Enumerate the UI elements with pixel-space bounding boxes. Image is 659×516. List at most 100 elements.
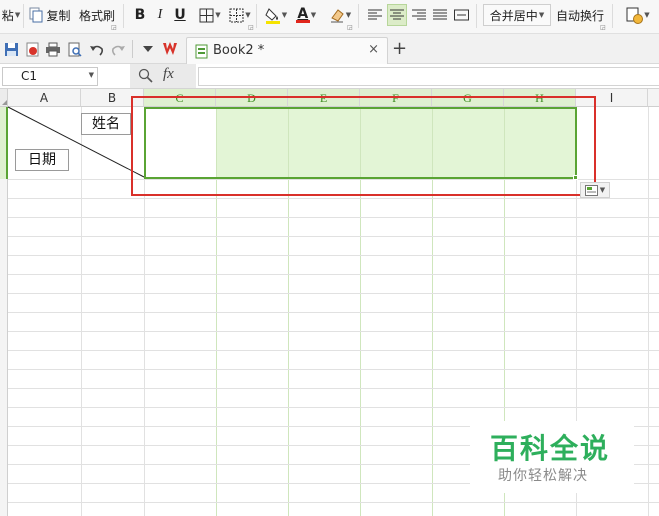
print-preview-icon bbox=[68, 42, 82, 57]
grid-line bbox=[8, 388, 659, 389]
grid-line bbox=[8, 255, 659, 256]
watermark-subtitle: 助你轻松解决 bbox=[498, 468, 588, 484]
divider bbox=[358, 4, 359, 28]
cell-reference: C1 bbox=[21, 69, 38, 83]
name-label-box[interactable]: 姓名 bbox=[81, 113, 131, 135]
name-box[interactable]: C1 ▼ bbox=[2, 67, 98, 86]
paste-label: 粘 bbox=[1, 8, 14, 23]
copy-icon bbox=[29, 7, 43, 23]
chevron-down-icon: ▼ bbox=[245, 11, 251, 19]
insert-function-button[interactable]: fx bbox=[163, 66, 174, 83]
chevron-down-icon bbox=[143, 46, 153, 52]
grid-line bbox=[8, 236, 659, 237]
format-painter-label: 格式刷 bbox=[78, 8, 115, 23]
redo-button[interactable] bbox=[109, 40, 127, 58]
distributed-align-button[interactable] bbox=[452, 4, 470, 26]
copy-button[interactable]: 复制 bbox=[26, 4, 74, 26]
undo-icon bbox=[89, 45, 103, 56]
save-button[interactable] bbox=[2, 40, 20, 58]
divider bbox=[476, 4, 477, 28]
export-pdf-button[interactable] bbox=[23, 40, 41, 58]
grid-line bbox=[8, 502, 659, 503]
auto-wrap-label: 自动换行 bbox=[555, 8, 604, 23]
merge-center-button[interactable]: 合并居中 ▼ bbox=[483, 4, 551, 26]
wps-logo-button[interactable] bbox=[163, 40, 181, 58]
clear-format-button[interactable]: ▼ bbox=[326, 4, 354, 26]
justify-icon bbox=[433, 9, 447, 20]
undo-button[interactable] bbox=[87, 40, 105, 58]
pdf-icon bbox=[26, 42, 38, 56]
grid-pattern-icon bbox=[229, 8, 244, 22]
distribute-icon bbox=[453, 9, 469, 21]
save-icon bbox=[4, 42, 18, 56]
print-button[interactable] bbox=[44, 40, 62, 58]
grid-line bbox=[8, 350, 659, 351]
italic-button[interactable]: I bbox=[151, 4, 169, 26]
printer-icon bbox=[46, 42, 60, 56]
borders-button[interactable]: ▼ bbox=[196, 4, 224, 26]
bold-button[interactable]: B bbox=[131, 4, 149, 26]
divider bbox=[132, 40, 133, 58]
chevron-down-icon: ▼ bbox=[599, 186, 606, 194]
italic-label: I bbox=[157, 7, 163, 22]
justify-button[interactable] bbox=[431, 4, 449, 26]
fill-options-button[interactable]: ▼ bbox=[580, 182, 610, 198]
dialog-launcher-icon[interactable]: ◲ bbox=[248, 24, 254, 31]
redo-icon bbox=[111, 45, 125, 56]
watermark-logo: 百科全说 助你轻松解决 bbox=[470, 421, 634, 493]
align-right-icon bbox=[412, 9, 426, 20]
dialog-launcher-icon[interactable]: ◲ bbox=[600, 24, 606, 31]
chevron-down-icon: ▼ bbox=[345, 11, 352, 19]
font-color-swatch bbox=[295, 19, 310, 23]
auto-wrap-button[interactable]: 自动换行 bbox=[554, 4, 606, 26]
fill-pattern-button[interactable]: ▼ bbox=[226, 4, 254, 26]
chevron-down-icon: ▼ bbox=[215, 11, 221, 19]
wps-logo-icon bbox=[163, 42, 177, 55]
bold-label: B bbox=[134, 7, 146, 23]
align-center-icon bbox=[390, 9, 404, 20]
divider bbox=[123, 4, 124, 28]
underline-button[interactable]: U bbox=[171, 4, 189, 26]
formula-input[interactable] bbox=[198, 67, 659, 86]
tab-book2[interactable]: Book2 * × bbox=[186, 37, 388, 64]
fill-options-icon bbox=[584, 184, 598, 196]
align-left-button[interactable] bbox=[366, 4, 384, 26]
customize-menu-button[interactable] bbox=[139, 40, 157, 58]
print-preview-button[interactable] bbox=[65, 40, 83, 58]
paste-button[interactable]: 粘 ▼ bbox=[0, 4, 22, 26]
font-color-button[interactable]: A ▼ bbox=[292, 4, 320, 26]
chevron-down-icon[interactable]: ▼ bbox=[89, 71, 94, 79]
quick-access-bar: Book2 * × + bbox=[0, 34, 659, 64]
eraser-icon bbox=[330, 9, 344, 23]
formula-tools: fx bbox=[130, 64, 196, 88]
grid-line bbox=[8, 312, 659, 313]
watermark-title: 百科全说 bbox=[490, 432, 611, 465]
chevron-down-icon: ▼ bbox=[644, 11, 650, 19]
align-right-button[interactable] bbox=[410, 4, 428, 26]
grid-line bbox=[8, 217, 659, 218]
currency-icon bbox=[626, 7, 644, 24]
divider bbox=[23, 4, 24, 28]
align-center-button[interactable] bbox=[387, 4, 407, 26]
row-headers[interactable] bbox=[0, 179, 8, 516]
date-label-box[interactable]: 日期 bbox=[15, 149, 69, 171]
fill-color-button[interactable]: ▼ bbox=[262, 4, 290, 26]
chevron-down-icon: ▼ bbox=[310, 11, 317, 19]
grid-line bbox=[8, 369, 659, 370]
dialog-launcher-icon[interactable]: ◲ bbox=[347, 24, 353, 31]
underline-label: U bbox=[174, 7, 186, 23]
number-format-button[interactable]: ▼ bbox=[620, 4, 656, 26]
divider bbox=[256, 4, 257, 28]
merge-center-label: 合并居中 bbox=[489, 8, 538, 23]
grid-line bbox=[8, 293, 659, 294]
zoom-formula-icon[interactable] bbox=[138, 68, 153, 83]
format-painter-button[interactable]: 格式刷 bbox=[77, 4, 117, 26]
new-tab-button[interactable]: + bbox=[392, 38, 407, 59]
dialog-launcher-icon[interactable]: ◲ bbox=[111, 24, 117, 31]
close-icon[interactable]: × bbox=[368, 42, 379, 57]
divider bbox=[612, 4, 613, 28]
chevron-down-icon: ▼ bbox=[281, 11, 288, 19]
tab-label: Book2 * bbox=[213, 43, 265, 58]
spreadsheet-file-icon bbox=[195, 44, 208, 59]
formula-bar: C1 ▼ fx bbox=[0, 64, 659, 89]
